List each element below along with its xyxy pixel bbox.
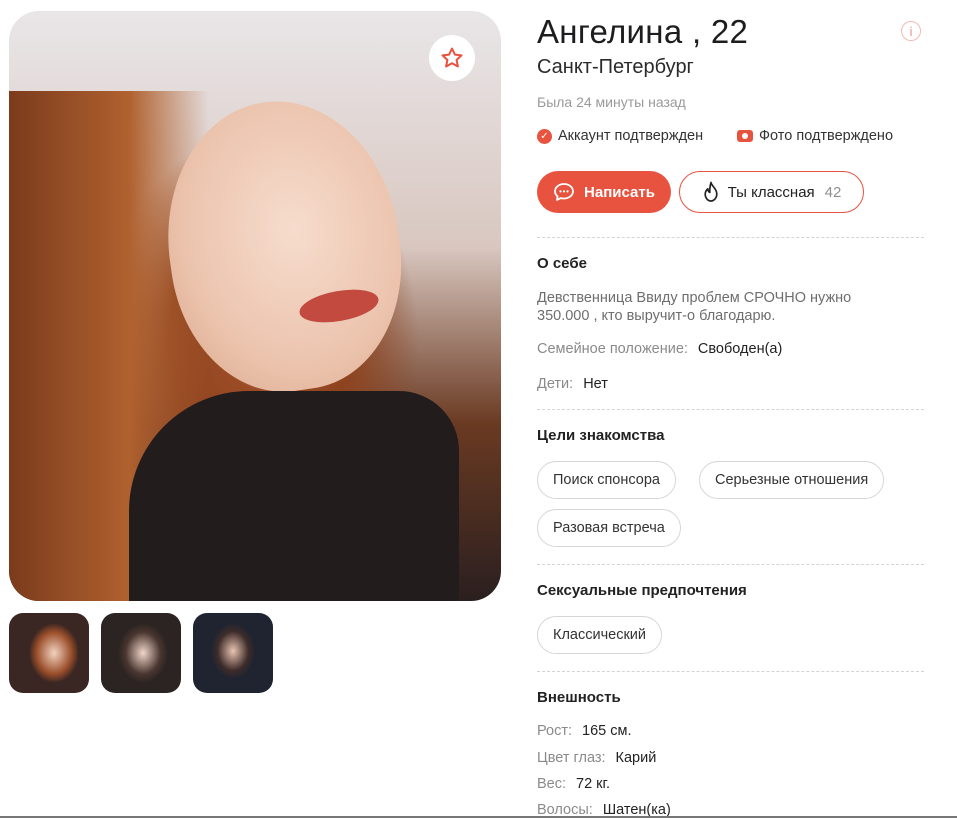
goal-chip[interactable]: Разовая встреча	[537, 509, 681, 547]
kids-value: Нет	[583, 376, 608, 392]
height-row: Рост: 165 см.	[537, 723, 632, 739]
star-icon	[441, 47, 463, 68]
photo-verified-badge: Фото подтверждено	[737, 128, 893, 144]
like-button[interactable]: Ты классная 42	[679, 171, 864, 213]
thumbnail-photo[interactable]	[101, 613, 181, 693]
check-circle-icon: ✓	[537, 128, 552, 144]
thumbnail-photo[interactable]	[9, 613, 89, 693]
photo-thumbnails	[9, 613, 273, 693]
profile-name-age: Ангелина , 22	[537, 13, 749, 50]
sexual-preferences-title: Сексуальные предпочтения	[537, 582, 747, 599]
flame-icon	[703, 181, 718, 202]
thumbnail-photo[interactable]	[193, 613, 273, 693]
account-verified-label: Аккаунт подтвержден	[558, 128, 704, 144]
like-button-label: Ты классная	[727, 183, 815, 201]
photo-shirt	[129, 391, 459, 601]
goal-chip[interactable]: Серьезные отношения	[699, 461, 885, 499]
eye-color-row: Цвет глаз: Карий	[537, 750, 656, 766]
like-count: 42	[824, 183, 842, 201]
favorite-button[interactable]	[429, 35, 475, 81]
last-seen: Была 24 минуты назад	[537, 94, 686, 110]
kids-row: Дети: Нет	[537, 376, 608, 392]
camera-icon	[737, 130, 753, 142]
chat-bubble-icon	[554, 183, 574, 201]
marital-status-row: Семейное положение: Свободен(а)	[537, 341, 782, 357]
account-verified-badge: ✓ Аккаунт подтвержден	[537, 128, 703, 144]
write-button-label: Написать	[584, 183, 655, 201]
appearance-title: Внешность	[537, 689, 621, 706]
info-icon[interactable]: i	[901, 21, 921, 41]
section-divider	[537, 409, 924, 410]
about-text: Девственница Ввиду проблем СРОЧНО нужно …	[537, 290, 852, 324]
about-title: О себе	[537, 255, 587, 272]
height-key: Рост:	[537, 723, 573, 739]
weight-value: 72 кг.	[576, 776, 611, 792]
write-message-button[interactable]: Написать	[537, 171, 671, 213]
eye-color-value: Карий	[615, 750, 657, 766]
preference-chip[interactable]: Классический	[537, 616, 662, 654]
marital-status-key: Семейное положение:	[537, 341, 688, 357]
marital-status-value: Свободен(а)	[697, 341, 783, 357]
weight-row: Вес: 72 кг.	[537, 776, 610, 792]
goal-chip[interactable]: Поиск спонсора	[537, 461, 676, 499]
kids-key: Дети:	[537, 376, 574, 392]
photo-verified-label: Фото подтверждено	[759, 128, 894, 144]
section-divider	[537, 564, 924, 565]
main-profile-photo[interactable]	[9, 11, 501, 601]
profile-city: Санкт-Петербург	[537, 56, 694, 78]
height-value: 165 см.	[582, 723, 632, 739]
profile-header: Ангелина , 22	[537, 12, 924, 52]
weight-key: Вес:	[537, 776, 567, 792]
section-divider	[537, 671, 924, 672]
goals-title: Цели знакомства	[537, 427, 665, 444]
section-divider	[537, 237, 924, 238]
eye-color-key: Цвет глаз:	[537, 750, 606, 766]
